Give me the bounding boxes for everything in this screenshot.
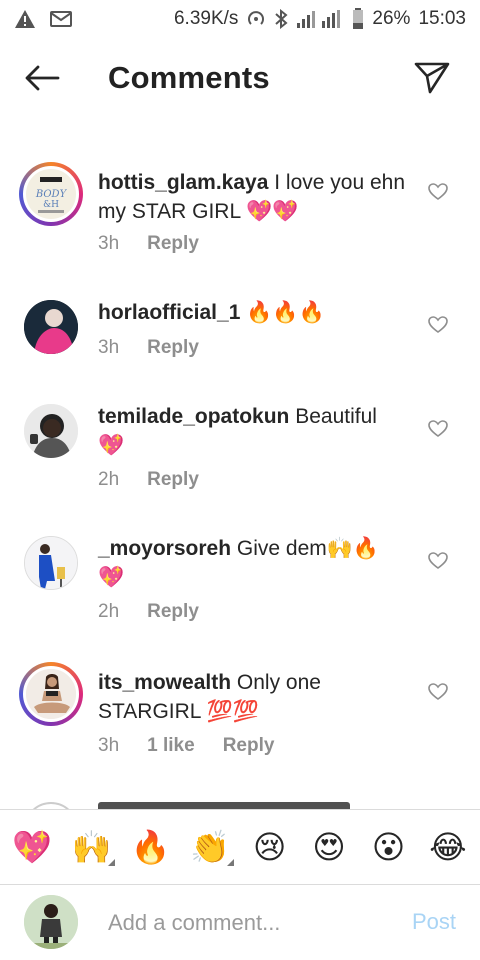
comment-username[interactable]: _moyorsoreh bbox=[98, 537, 231, 560]
skin-tone-indicator bbox=[227, 859, 235, 866]
network-speed: 6.39K/s bbox=[173, 8, 239, 29]
status-bar: 6.39K/s 26% 15:03 bbox=[0, 0, 480, 38]
comment-time: 2h bbox=[98, 601, 120, 622]
comments-list[interactable]: BODY &H hottis_glam.kaya I love you ehn m… bbox=[0, 116, 480, 809]
comment-username[interactable]: hottis_glam.kaya bbox=[98, 171, 268, 194]
warning-icon bbox=[14, 9, 36, 29]
comment-composer: Post bbox=[0, 885, 480, 960]
hotspot-icon bbox=[246, 9, 266, 29]
share-button[interactable] bbox=[412, 60, 452, 100]
heart-outline-icon bbox=[428, 182, 448, 206]
emoji-heart-button[interactable]: 💖 bbox=[10, 822, 54, 872]
arrow-left-icon bbox=[24, 64, 60, 97]
emoji-clap-button[interactable]: 👏 bbox=[188, 822, 235, 872]
svg-text:&H: &H bbox=[43, 200, 59, 210]
avatar[interactable] bbox=[24, 300, 78, 354]
comment-item: temilade_opatokun Beautiful 💖 2h Reply bbox=[0, 402, 480, 512]
avatar[interactable] bbox=[19, 662, 83, 726]
comment-time: 2h bbox=[98, 469, 120, 490]
back-button[interactable] bbox=[22, 62, 62, 98]
heart-outline-icon bbox=[428, 419, 448, 443]
like-button[interactable] bbox=[426, 182, 450, 206]
comment-time: 3h bbox=[98, 735, 120, 756]
emoji-raised-hands-button[interactable]: 🙌 bbox=[69, 822, 116, 872]
heart-outline-icon bbox=[428, 682, 448, 706]
comment-item: _moyorsoreh Give dem🙌🔥 💖 2h Reply bbox=[0, 534, 480, 644]
header: Comments bbox=[0, 44, 480, 116]
comment-time: 3h bbox=[98, 337, 120, 358]
comment-username[interactable]: temilade_opatokun bbox=[98, 405, 289, 428]
reply-button[interactable]: Reply bbox=[147, 601, 199, 623]
avatar[interactable]: BODY &H bbox=[19, 162, 83, 226]
emoji-laughing-button[interactable]: 😂 bbox=[426, 822, 470, 872]
emoji-heart-eyes-button[interactable]: 😍 bbox=[307, 822, 351, 872]
page-title: Comments bbox=[108, 60, 270, 95]
comment-username[interactable]: horlaofficial_1 bbox=[98, 301, 240, 324]
like-button[interactable] bbox=[426, 315, 450, 339]
like-button[interactable] bbox=[426, 682, 450, 706]
message-icon bbox=[50, 10, 72, 28]
avatar[interactable] bbox=[24, 536, 78, 590]
avatar[interactable] bbox=[24, 802, 78, 809]
svg-text:BODY: BODY bbox=[35, 189, 68, 200]
comment-time: 3h bbox=[98, 233, 120, 254]
likes-count[interactable]: 1 like bbox=[147, 735, 195, 757]
emoji-crying-button[interactable]: 😢 bbox=[248, 822, 292, 872]
comment-item: its_mowealth Only one STARGIRL 💯💯 3h 1 l… bbox=[0, 662, 480, 772]
signal-icon bbox=[296, 9, 344, 29]
quick-emoji-bar: 💖 🙌 🔥 👏 😢 😍 😮 😂 bbox=[0, 809, 480, 885]
heart-outline-icon bbox=[428, 315, 448, 339]
emoji-fire-button[interactable]: 🔥 bbox=[129, 822, 173, 872]
avatar[interactable] bbox=[24, 404, 78, 458]
comment-item-partial bbox=[0, 798, 480, 809]
paper-plane-icon bbox=[414, 61, 450, 100]
reply-button[interactable]: Reply bbox=[147, 337, 199, 359]
heart-outline-icon bbox=[428, 551, 448, 575]
like-button[interactable] bbox=[426, 551, 450, 575]
reply-button[interactable]: Reply bbox=[147, 469, 199, 491]
reply-button[interactable]: Reply bbox=[147, 233, 199, 255]
comment-username[interactable]: its_mowealth bbox=[98, 671, 231, 694]
like-button[interactable] bbox=[426, 419, 450, 443]
previous-comment-fragment bbox=[98, 116, 208, 126]
reply-button[interactable]: Reply bbox=[223, 735, 275, 757]
skin-tone-indicator bbox=[108, 859, 116, 866]
post-button[interactable]: Post bbox=[412, 909, 456, 935]
clock: 15:03 bbox=[418, 8, 466, 29]
battery-percent: 26% bbox=[372, 8, 411, 29]
comment-item: horlaofficial_1 🔥🔥🔥 3h Reply bbox=[0, 298, 480, 378]
comment-item: BODY &H hottis_glam.kaya I love you ehn m… bbox=[0, 160, 480, 270]
emoji-surprised-button[interactable]: 😮 bbox=[367, 822, 411, 872]
comment-input[interactable] bbox=[108, 905, 388, 941]
cut-off-text-fragment bbox=[98, 802, 350, 809]
comment-text: 🔥🔥🔥 bbox=[246, 301, 325, 324]
my-avatar[interactable] bbox=[24, 895, 78, 949]
bluetooth-icon bbox=[274, 9, 288, 29]
battery-icon bbox=[352, 8, 364, 30]
